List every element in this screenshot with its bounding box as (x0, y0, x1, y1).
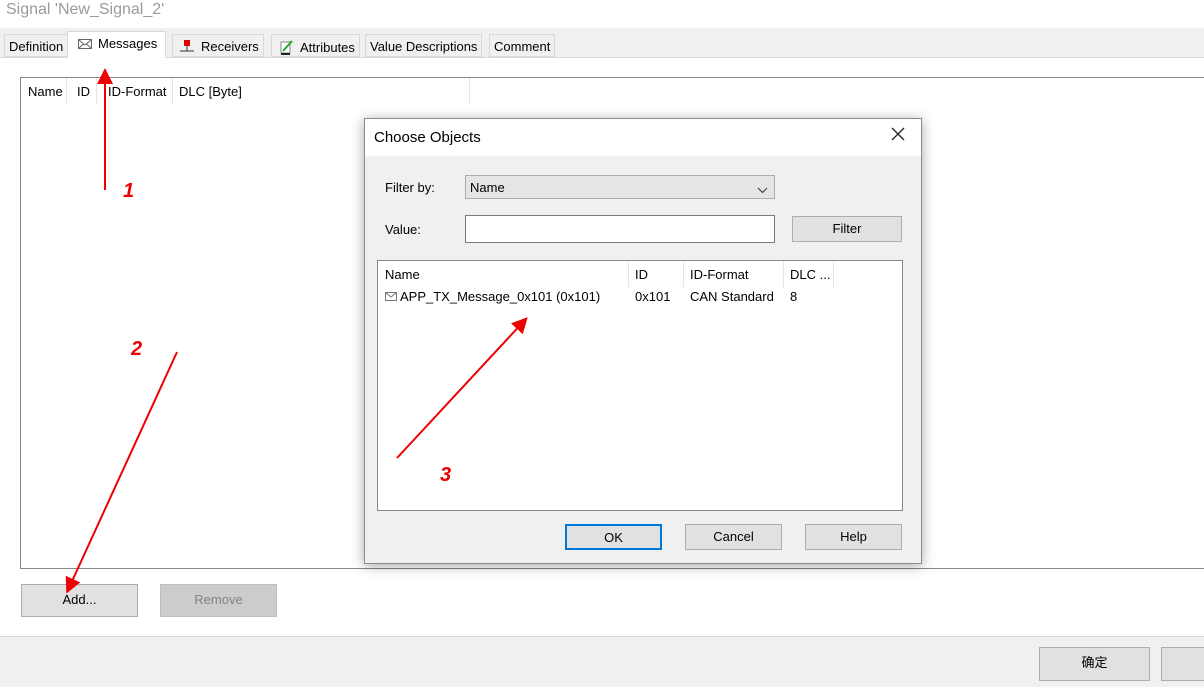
annotation-arrows (65, 68, 528, 594)
annotation-3: 3 (440, 464, 452, 486)
annotation-2: 2 (131, 338, 143, 360)
arrow-2 (65, 351, 178, 594)
arrow-3 (396, 317, 528, 459)
annotation-1: 1 (123, 180, 135, 202)
